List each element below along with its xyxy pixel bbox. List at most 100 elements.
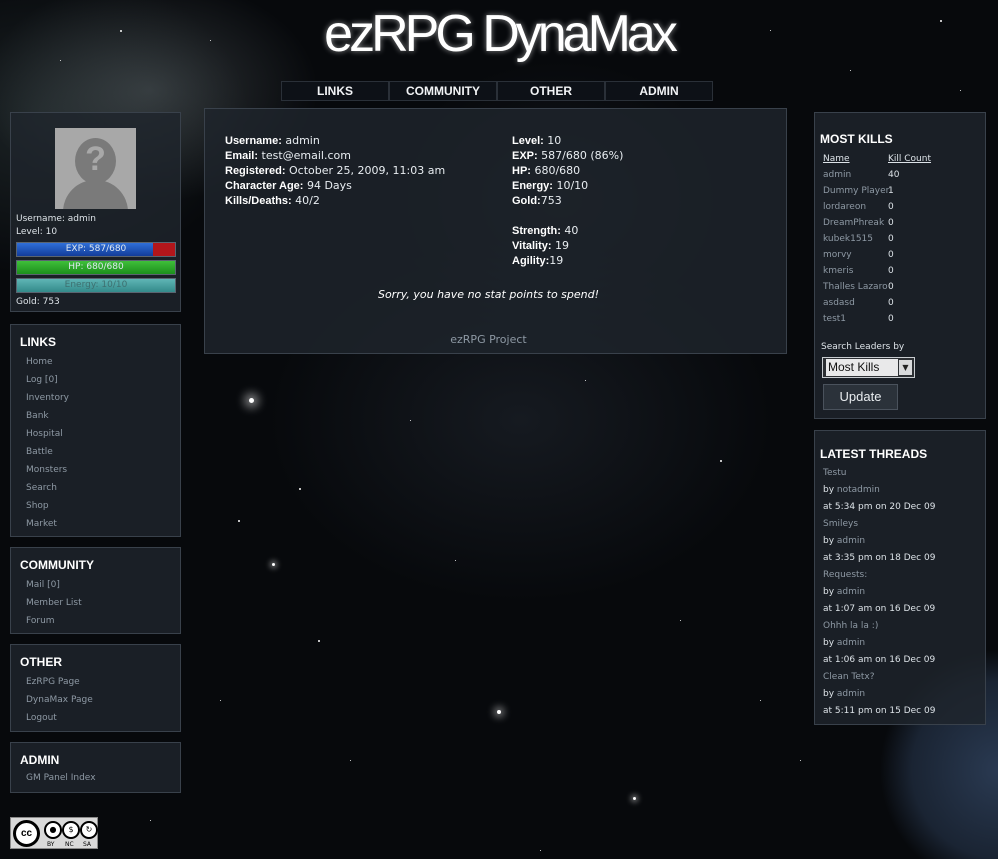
thread-by-label: by	[823, 536, 837, 546]
thread-title-link[interactable]: Smileys	[823, 519, 858, 529]
stat-character-age: Character Age: 94 Days	[225, 179, 352, 192]
no-stat-points-message: Sorry, you have no stat points to spend!	[377, 288, 600, 301]
kills-row-name[interactable]: Thalles Lazaro	[823, 282, 888, 292]
community-box-title: COMMUNITY	[20, 558, 94, 572]
kills-row-count: 0	[888, 202, 894, 212]
attribution-icon: ●	[44, 821, 62, 839]
site-title: ezRPG DynaMax	[324, 5, 678, 63]
topnav-other-tab[interactable]: OTHER	[497, 81, 605, 101]
stat-strength: Strength: 40	[512, 224, 579, 237]
nav-search[interactable]: Search	[26, 483, 57, 493]
kills-row-name[interactable]: kubek1515	[823, 234, 873, 244]
thread-timestamp: at 1:06 am on 16 Dec 09	[823, 655, 936, 665]
nav-ezrpg-page[interactable]: EzRPG Page	[26, 677, 80, 687]
profile-gold: Gold: 753	[16, 297, 60, 307]
stat-kills-deaths: Kills/Deaths: 40/2	[225, 194, 320, 207]
col-name-header: Name	[823, 154, 850, 164]
thread-author-line: by notadmin	[823, 485, 880, 495]
kills-row-count: 1	[888, 186, 894, 196]
nav-member-list[interactable]: Member List	[26, 598, 82, 608]
latest-threads-box: LATEST THREADS Testu by notadmin at 5:34 p…	[814, 430, 986, 725]
kills-row-count: 0	[888, 218, 894, 228]
chevron-down-icon[interactable]: ▼	[899, 360, 912, 375]
profile-panel: ? Username: admin Level: 10 EXP: 587/680…	[10, 112, 181, 312]
character-stats-panel: Username: admin Email: test@email.com Re…	[204, 108, 787, 354]
community-box: COMMUNITY Mail [0] Member List Forum	[10, 547, 181, 634]
profile-username: Username: admin	[16, 214, 96, 224]
thread-author-link[interactable]: admin	[837, 638, 865, 648]
thread-author-link[interactable]: admin	[837, 536, 865, 546]
col-kill-count-header: Kill Count	[888, 154, 931, 164]
admin-box: ADMIN GM Panel Index	[10, 742, 181, 793]
thread-by-label: by	[823, 485, 837, 495]
hp-bar-text: HP: 680/680	[68, 262, 124, 272]
nav-mail[interactable]: Mail [0]	[26, 580, 60, 590]
stat-energy: Energy: 10/10	[512, 179, 589, 192]
thread-title-link[interactable]: Clean Tetx?	[823, 672, 875, 682]
nav-forum[interactable]: Forum	[26, 616, 55, 626]
by-label: BY	[47, 841, 55, 848]
other-box: OTHER EzRPG Page DynaMax Page Logout	[10, 644, 181, 732]
leader-criteria-select[interactable]: Most Kills ▼	[822, 357, 915, 378]
nav-market[interactable]: Market	[26, 519, 57, 529]
thread-timestamp: at 5:11 pm on 15 Dec 09	[823, 706, 936, 716]
thread-author-link[interactable]: notadmin	[837, 485, 880, 495]
exp-bar: EXP: 587/680	[16, 242, 176, 257]
unknown-avatar-icon: ?	[85, 140, 106, 178]
kills-row-name[interactable]: test1	[823, 314, 846, 324]
noncommercial-icon: $	[62, 821, 80, 839]
topnav-admin-tab[interactable]: ADMIN	[605, 81, 713, 101]
kills-row-name[interactable]: morvy	[823, 250, 852, 260]
thread-author-link[interactable]: admin	[837, 587, 865, 597]
nav-hospital[interactable]: Hospital	[26, 429, 63, 439]
kills-row-count: 0	[888, 266, 894, 276]
thread-title-link[interactable]: Ohhh la la :)	[823, 621, 878, 631]
nav-dynamax-page[interactable]: DynaMax Page	[26, 695, 93, 705]
stat-registered: Registered: October 25, 2009, 11:03 am	[225, 164, 446, 177]
topnav-links-tab[interactable]: LINKS	[281, 81, 389, 101]
nav-home[interactable]: Home	[26, 357, 53, 367]
thread-timestamp: at 5:34 pm on 20 Dec 09	[823, 502, 936, 512]
nav-log[interactable]: Log [0]	[26, 375, 58, 385]
kills-row-count: 0	[888, 234, 894, 244]
nav-gm-panel-index[interactable]: GM Panel Index	[26, 773, 96, 783]
thread-by-label: by	[823, 587, 837, 597]
stat-level: Level: 10	[512, 134, 562, 147]
footer-credit: ezRPG Project	[450, 333, 527, 346]
search-leaders-label: Search Leaders by	[821, 342, 905, 352]
creative-commons-badge[interactable]: cc ● $ ↻ BY NC SA	[10, 817, 98, 849]
kills-row-count: 40	[888, 170, 900, 180]
nc-label: NC	[65, 841, 74, 848]
kills-row-count: 0	[888, 314, 894, 324]
kills-row-name[interactable]: lordareon	[823, 202, 866, 212]
admin-box-title: ADMIN	[20, 753, 60, 767]
thread-author-line: by admin	[823, 536, 865, 546]
top-navigation: LINKS COMMUNITY OTHER ADMIN	[281, 81, 713, 101]
update-button[interactable]: Update	[823, 384, 898, 410]
kills-row-name[interactable]: DreamPhreak	[823, 218, 884, 228]
thread-by-label: by	[823, 689, 837, 699]
stat-username: Username: admin	[225, 134, 320, 147]
sa-label: SA	[83, 841, 92, 848]
nav-shop[interactable]: Shop	[26, 501, 49, 511]
kills-row-count: 0	[888, 282, 894, 292]
energy-bar: Energy: 10/10	[16, 278, 176, 293]
kills-row-name[interactable]: Dummy Player	[823, 186, 889, 196]
thread-title-link[interactable]: Requests:	[823, 570, 867, 580]
topnav-community-tab[interactable]: COMMUNITY	[389, 81, 497, 101]
thread-author-link[interactable]: admin	[837, 689, 865, 699]
nav-battle[interactable]: Battle	[26, 447, 53, 457]
nav-monsters[interactable]: Monsters	[26, 465, 67, 475]
thread-title-link[interactable]: Testu	[823, 468, 846, 478]
kills-row-name[interactable]: kmeris	[823, 266, 853, 276]
kills-row-name[interactable]: admin	[823, 170, 851, 180]
kills-row-name[interactable]: asdasd	[823, 298, 855, 308]
nav-bank[interactable]: Bank	[26, 411, 49, 421]
nav-inventory[interactable]: Inventory	[26, 393, 69, 403]
profile-level: Level: 10	[16, 227, 58, 237]
thread-timestamp: at 3:35 pm on 18 Dec 09	[823, 553, 936, 563]
nav-logout[interactable]: Logout	[26, 713, 57, 723]
kills-row-count: 0	[888, 250, 894, 260]
links-box-title: LINKS	[20, 335, 56, 349]
thread-by-label: by	[823, 638, 837, 648]
